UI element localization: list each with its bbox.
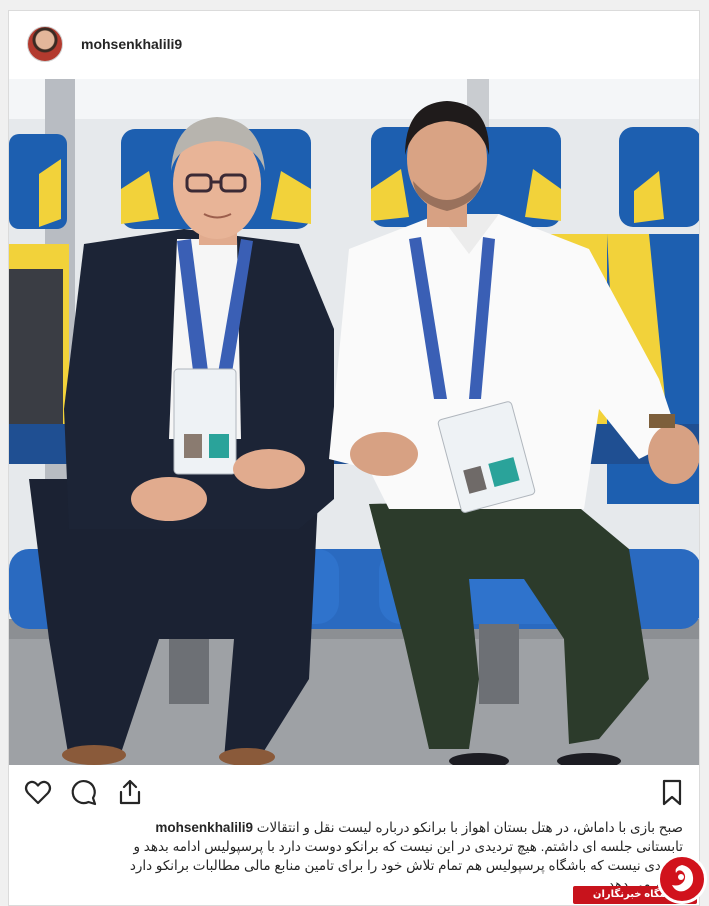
watermark-logo: باشگاه خبرنگاران [573, 850, 709, 906]
caption-username[interactable]: mohsenkhalili9 [155, 820, 253, 835]
watermark-emblem-icon [657, 854, 707, 904]
share-icon[interactable] [115, 777, 145, 807]
heart-icon[interactable] [23, 777, 53, 807]
caption-line-text: صبح بازی با داماش، در هتل بستان اهواز با… [256, 820, 683, 835]
stadium-bench-photo [9, 79, 699, 765]
avatar[interactable] [27, 26, 63, 62]
instagram-post-card: mohsenkhalili9 صبح بازی با داماش، در هتل… [8, 10, 700, 906]
post-photo[interactable] [9, 79, 699, 765]
caption-line: صبح بازی با داماش، در هتل بستان اهواز با… [25, 818, 683, 837]
post-header: mohsenkhalili9 [9, 11, 699, 79]
post-username[interactable]: mohsenkhalili9 [81, 36, 182, 52]
post-actions [9, 765, 699, 813]
bookmark-icon[interactable] [657, 777, 687, 807]
comment-icon[interactable] [69, 777, 99, 807]
